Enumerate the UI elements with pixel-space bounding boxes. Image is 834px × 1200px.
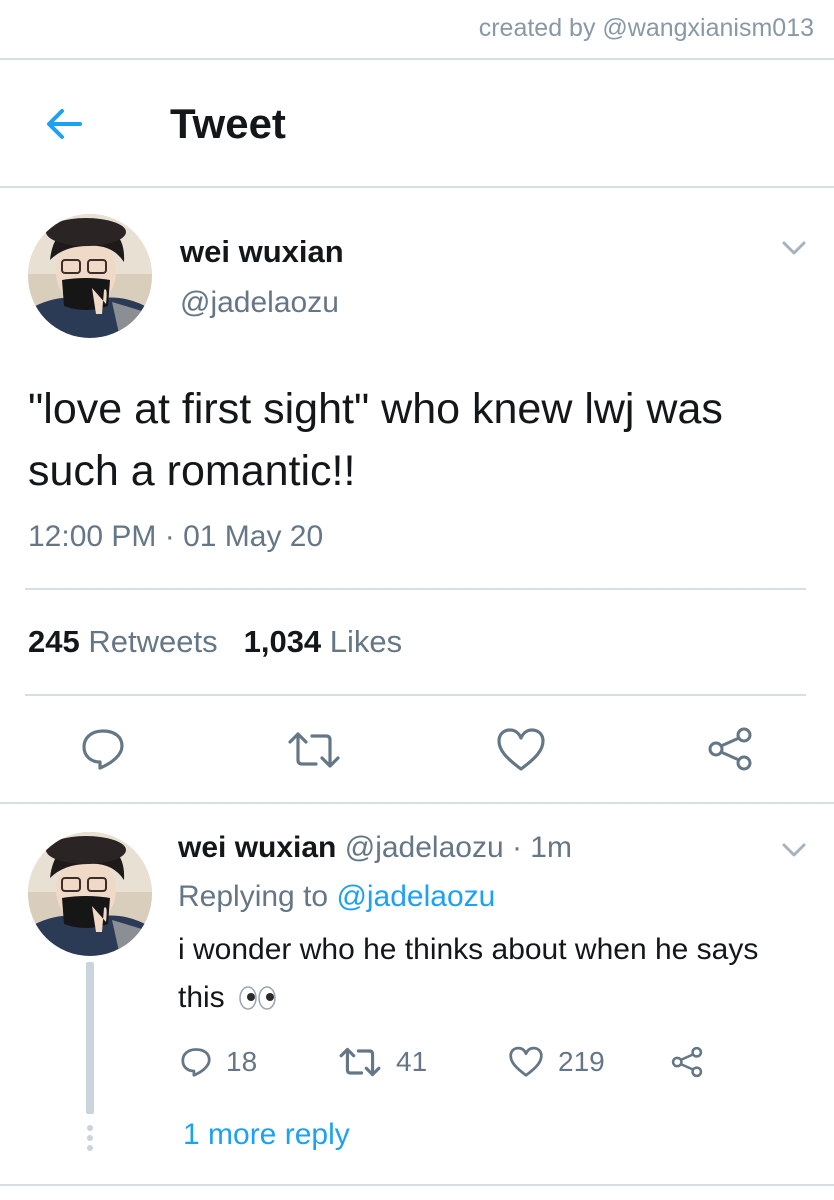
- tweet-timestamp: 12:00 PM · 01 May 20: [28, 520, 324, 553]
- divider: [0, 1184, 834, 1186]
- chevron-down-icon[interactable]: [780, 238, 808, 258]
- replying-to: Replying to @jadelaozu: [178, 880, 495, 914]
- reply-like-action[interactable]: 219: [508, 1046, 605, 1078]
- share-icon: [671, 1046, 703, 1078]
- share-icon[interactable]: [706, 726, 754, 772]
- tweet-text: "love at first sight" who knew lwj was s…: [28, 385, 723, 495]
- retweet-icon: [339, 1047, 381, 1077]
- divider: [0, 58, 834, 60]
- divider: [25, 694, 806, 696]
- thread-dots-icon: [87, 1125, 93, 1151]
- tweet-stats: 245 Retweets 1,034 Likes: [28, 624, 402, 660]
- reply-icon[interactable]: [80, 726, 126, 772]
- retweet-icon[interactable]: [286, 730, 342, 770]
- divider: [0, 802, 834, 804]
- divider: [25, 588, 806, 590]
- retweets-stat[interactable]: 245 Retweets: [28, 624, 218, 659]
- back-button[interactable]: [44, 106, 84, 142]
- replying-prefix: Replying to: [178, 880, 329, 913]
- likes-stat[interactable]: 1,034 Likes: [244, 624, 403, 659]
- replying-to-link[interactable]: @jadelaozu: [336, 880, 495, 913]
- reply-retweet-action[interactable]: 41: [338, 1046, 427, 1078]
- reply-avatar[interactable]: [28, 832, 152, 956]
- thread-connector: [86, 962, 94, 1114]
- retweets-label: Retweets: [88, 624, 218, 659]
- avatar-image: [28, 832, 152, 956]
- reply-text-container: i wonder who he thinks about when he say…: [178, 926, 798, 1022]
- tweet-screen: created by @wangxianism013 Tweet wei wux…: [0, 0, 834, 1200]
- reply-meta: wei wuxian @jadelaozu · 1m: [178, 831, 572, 865]
- page-title: Tweet: [170, 100, 286, 147]
- watermark-credit: created by @wangxianism013: [478, 14, 814, 42]
- reply-author-name[interactable]: wei wuxian: [178, 831, 336, 864]
- reply-share-action[interactable]: [670, 1046, 718, 1078]
- reply-reply-action[interactable]: 18: [180, 1046, 257, 1078]
- likes-count: 1,034: [243, 624, 322, 659]
- retweets-count: 245: [28, 624, 80, 659]
- back-arrow-icon: [47, 109, 82, 139]
- reply-author-handle[interactable]: @jadelaozu: [345, 831, 504, 864]
- tweet-author-name[interactable]: wei wuxian: [180, 234, 344, 270]
- reply-replies-count: 18: [226, 1046, 258, 1077]
- reply-time: · 1m: [511, 831, 572, 864]
- eyes-emoji-icon: [239, 986, 276, 1010]
- avatar[interactable]: [28, 214, 152, 338]
- divider: [0, 186, 834, 188]
- like-icon[interactable]: [496, 727, 546, 773]
- like-icon: [509, 1046, 543, 1077]
- reply-retweets-count: 41: [396, 1046, 428, 1077]
- tweet-author-handle[interactable]: @jadelaozu: [180, 286, 339, 320]
- reply-likes-count: 219: [558, 1046, 605, 1077]
- avatar-image: [28, 214, 152, 338]
- chevron-down-icon[interactable]: [780, 840, 808, 860]
- likes-label: Likes: [329, 624, 403, 659]
- more-replies-link[interactable]: 1 more reply: [183, 1118, 350, 1152]
- reply-icon: [181, 1048, 211, 1077]
